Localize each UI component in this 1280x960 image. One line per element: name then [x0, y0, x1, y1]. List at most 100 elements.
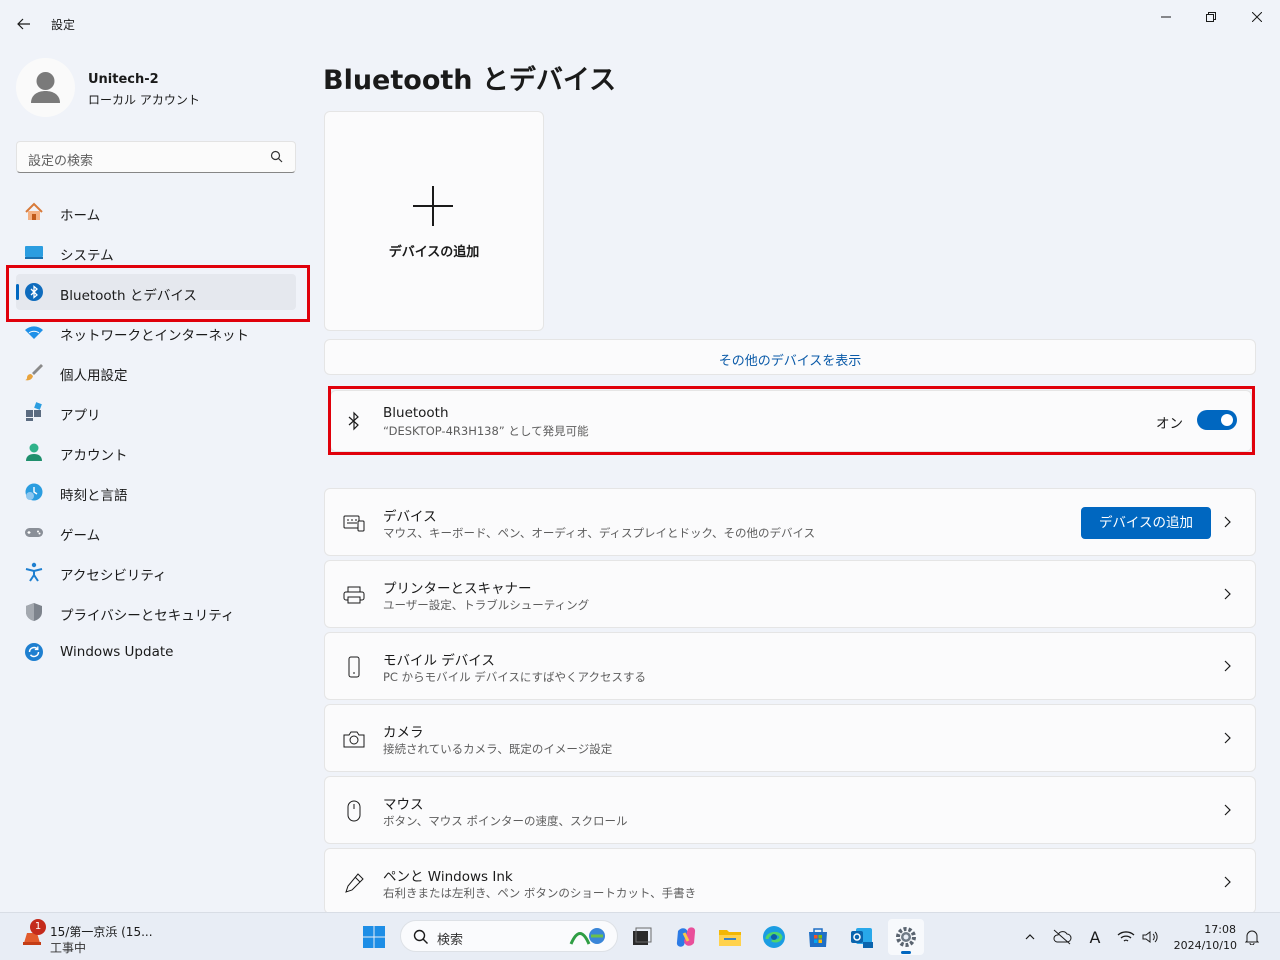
taskbar: 1 15/第一京浜 (15... 工事中 検索 A 17:08 2024/10/…: [0, 912, 1280, 960]
sidebar-item-label: Windows Update: [60, 644, 174, 660]
taskbar-search[interactable]: 検索: [400, 920, 618, 952]
close-icon: [1252, 12, 1262, 22]
chevron-right-icon: [1224, 876, 1231, 888]
camera-row[interactable]: カメラ 接続されているカメラ、既定のイメージ設定: [324, 704, 1256, 772]
minimize-icon: [1161, 16, 1171, 18]
taskbar-search-placeholder: 検索: [437, 933, 464, 948]
show-more-label: その他のデバイスを表示: [718, 354, 862, 369]
sidebar-item-personalization[interactable]: 個人用設定: [16, 354, 296, 390]
user-silhouette-icon: [31, 72, 60, 103]
gamepad-icon: [24, 522, 44, 542]
title-bar: 設定: [0, 0, 1280, 48]
sidebar-item-accounts[interactable]: アカウント: [16, 434, 296, 470]
avatar: [16, 58, 75, 117]
chevron-right-icon: [1224, 588, 1231, 600]
mobile-devices-row[interactable]: モバイル デバイス PC からモバイル デバイスにすばやくアクセスする: [324, 632, 1256, 700]
printer-icon: [343, 584, 365, 606]
back-arrow-icon: [17, 18, 30, 30]
minimize-button[interactable]: [1143, 4, 1189, 30]
pen-windows-ink-row[interactable]: ペンと Windows Ink 右利きまたは左利き、ペン ボタンのショートカット…: [324, 848, 1256, 914]
row-title: ペンと Windows Ink: [383, 869, 513, 885]
search-icon: [413, 929, 428, 944]
show-more-devices-link[interactable]: その他のデバイスを表示: [324, 339, 1256, 375]
row-subtitle: 右利きまたは左利き、ペン ボタンのショートカット、手書き: [383, 886, 697, 900]
settings-taskbar-button[interactable]: [888, 919, 924, 955]
restore-icon: [1206, 12, 1216, 22]
add-device-tile[interactable]: デバイスの追加: [324, 111, 544, 331]
update-icon: [24, 642, 44, 662]
home-icon: [24, 202, 44, 222]
clock-date[interactable]: 2024/10/10: [1174, 939, 1237, 952]
task-view-icon: [633, 927, 652, 945]
sidebar-item-label: アカウント: [60, 448, 128, 464]
chevron-right-icon: [1224, 660, 1231, 672]
highlight-box-bluetooth: [328, 386, 1255, 455]
accessibility-icon: [24, 562, 44, 582]
sidebar-item-label: ネットワークとインターネット: [60, 328, 249, 344]
ime-indicator[interactable]: A: [1085, 927, 1105, 947]
edge-icon: [763, 926, 785, 948]
sidebar-item-home[interactable]: ホーム: [16, 194, 296, 230]
wifi-tray-icon[interactable]: [1116, 927, 1136, 947]
apps-icon: [24, 402, 44, 422]
sidebar-item-accessibility[interactable]: アクセシビリティ: [16, 554, 296, 590]
add-device-button[interactable]: デバイスの追加: [1081, 507, 1211, 539]
restore-button[interactable]: [1188, 4, 1234, 30]
page-title: Bluetooth とデバイス: [323, 65, 617, 96]
file-explorer-button[interactable]: [712, 919, 748, 955]
sidebar-item-gaming[interactable]: ゲーム: [16, 514, 296, 550]
sidebar-item-windows-update[interactable]: Windows Update: [16, 634, 296, 670]
highlight-box-sidebar: [6, 265, 310, 322]
row-title: カメラ: [383, 725, 424, 741]
row-subtitle: マウス、キーボード、ペン、オーディオ、ディスプレイとドック、その他のデバイス: [383, 526, 816, 540]
shield-icon: [24, 602, 44, 622]
camera-icon: [343, 728, 365, 750]
printers-scanners-row[interactable]: プリンターとスキャナー ユーザー設定、トラブルシューティング: [324, 560, 1256, 628]
sidebar-item-apps[interactable]: アプリ: [16, 394, 296, 430]
volume-icon[interactable]: [1140, 927, 1160, 947]
mouse-row[interactable]: マウス ボタン、マウス ポインターの速度、スクロール: [324, 776, 1256, 844]
settings-search-input[interactable]: 設定の検索: [16, 141, 296, 173]
notification-bell-icon[interactable]: [1242, 927, 1262, 947]
sidebar-item-label: ゲーム: [60, 528, 101, 544]
outlook-button[interactable]: [844, 919, 880, 955]
devices-icon: [343, 512, 365, 534]
devices-row[interactable]: デバイス マウス、キーボード、ペン、オーディオ、ディスプレイとドック、その他のデ…: [324, 488, 1256, 556]
profile-name: Unitech-2: [88, 72, 159, 87]
copilot-button[interactable]: [668, 919, 704, 955]
row-title: モバイル デバイス: [383, 653, 495, 669]
sidebar-item-label: 時刻と言語: [60, 488, 128, 504]
back-button[interactable]: [10, 10, 38, 38]
store-button[interactable]: [800, 919, 836, 955]
cloud-off-icon[interactable]: [1052, 927, 1072, 947]
chevron-right-icon: [1224, 516, 1231, 528]
user-profile[interactable]: Unitech-2 ローカル アカウント: [16, 56, 296, 118]
traffic-widget[interactable]: 1 15/第一京浜 (15... 工事中: [16, 919, 176, 955]
running-indicator: [901, 951, 911, 954]
close-button[interactable]: [1234, 4, 1280, 30]
start-button[interactable]: [356, 919, 392, 955]
clock-time[interactable]: 17:08: [1204, 923, 1236, 936]
sidebar-item-privacy-security[interactable]: プライバシーとセキュリティ: [16, 594, 296, 630]
pen-icon: [343, 872, 365, 894]
sidebar-item-label: プライバシーとセキュリティ: [60, 608, 235, 624]
search-highlight-icon: [569, 928, 605, 945]
traffic-status: 工事中: [50, 941, 87, 955]
row-subtitle: ボタン、マウス ポインターの速度、スクロール: [383, 814, 628, 828]
notification-badge: 1: [30, 919, 46, 935]
row-title: マウス: [383, 797, 424, 813]
row-subtitle: ユーザー設定、トラブルシューティング: [383, 598, 590, 612]
row-title: プリンターとスキャナー: [383, 581, 532, 597]
edge-button[interactable]: [756, 919, 792, 955]
sidebar-item-label: アクセシビリティ: [60, 568, 167, 584]
sidebar-item-time-language[interactable]: 時刻と言語: [16, 474, 296, 510]
account-icon: [24, 442, 44, 462]
account-type: ローカル アカウント: [88, 93, 200, 107]
plus-icon: [413, 186, 453, 226]
row-subtitle: PC からモバイル デバイスにすばやくアクセスする: [383, 670, 646, 684]
sidebar-item-label: アプリ: [60, 408, 101, 424]
traffic-title: 15/第一京浜 (15...: [50, 925, 153, 939]
chevron-up-icon[interactable]: [1020, 927, 1040, 947]
task-view-button[interactable]: [624, 919, 660, 955]
chevron-right-icon: [1224, 732, 1231, 744]
